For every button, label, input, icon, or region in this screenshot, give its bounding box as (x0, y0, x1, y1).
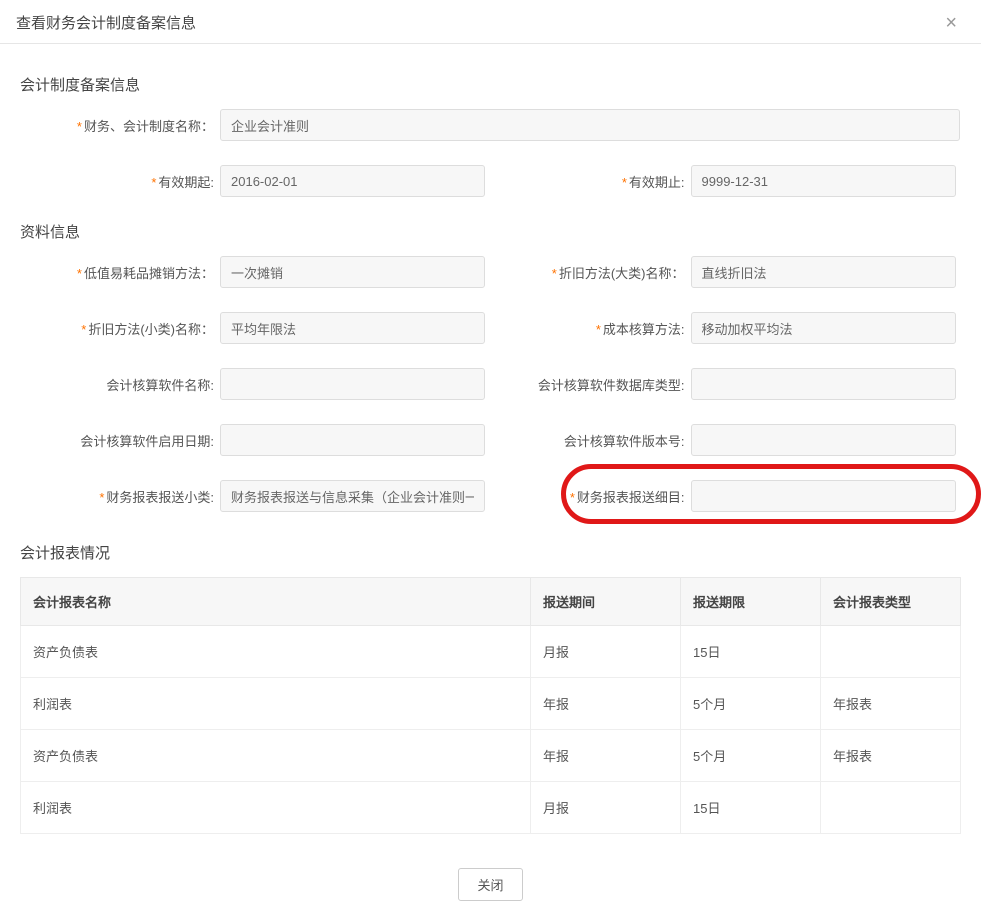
row-amort-dep-major: *低值易耗品摊销方法： *折旧方法(大类)名称： (20, 256, 961, 288)
input-valid-to[interactable] (691, 165, 956, 197)
input-acct-db-type[interactable] (691, 368, 956, 400)
modal-view-filing-info: 查看财务会计制度备案信息 × 会计制度备案信息 *财务、会计制度名称： *有效期… (0, 0, 981, 921)
row-valid-period: *有效期起: *有效期止: (20, 165, 961, 197)
input-valid-from[interactable] (220, 165, 485, 197)
required-marker: * (151, 175, 156, 190)
label-acct-version: 会计核算软件版本号: (491, 431, 691, 450)
input-dep-major-name[interactable] (691, 256, 956, 288)
row-accounting-system-name: *财务、会计制度名称： (20, 109, 961, 141)
table-header-row: 会计报表名称 报送期间 报送期限 会计报表类型 (21, 578, 961, 626)
reports534-table-wrap: 会计报表名称 报送期间 报送期限 会计报表类型 资产负债表 月报 15日 利润表 (20, 577, 961, 834)
cell-report-deadline: 5个月 (681, 678, 821, 730)
cell-report-period: 月报 (531, 626, 681, 678)
cell-report-name: 利润表 (21, 782, 531, 834)
table-row: 资产负债表 年报 5个月 年报表 (21, 730, 961, 782)
col-report-name: 会计报表名称 (21, 578, 531, 626)
section-title-filing: 会计制度备案信息 (20, 74, 961, 95)
modal-title: 查看财务会计制度备案信息 (16, 12, 196, 33)
label-acct-enable-date: 会计核算软件启用日期: (20, 431, 220, 450)
cell-report-type (821, 626, 961, 678)
modal-body: 会计制度备案信息 *财务、会计制度名称： *有效期起: *有效期止: (0, 44, 981, 844)
section-title-reports: 会计报表情况 (20, 542, 961, 563)
label-report-subclass: *财务报表报送小类: (20, 487, 220, 506)
input-acct-enable-date[interactable] (220, 424, 485, 456)
label-acct-software: 会计核算软件名称: (20, 375, 220, 394)
row-enable-version: 会计核算软件启用日期: 会计核算软件版本号: (20, 424, 961, 456)
label-accounting-system-name: *财务、会计制度名称： (20, 116, 220, 135)
close-button[interactable]: 关闭 (458, 868, 522, 901)
input-acct-version[interactable] (691, 424, 956, 456)
row-software-db: 会计核算软件名称: 会计核算软件数据库类型: (20, 368, 961, 400)
col-report-period: 报送期间 (531, 578, 681, 626)
modal-header: 查看财务会计制度备案信息 × (0, 0, 981, 44)
required-marker: * (622, 175, 627, 190)
required-marker: * (77, 266, 82, 281)
required-marker: * (81, 322, 86, 337)
modal-footer: 关闭 (0, 844, 981, 921)
row-report-subclass-detail: *财务报表报送小类: *财务报表报送细目: (20, 480, 961, 512)
close-icon[interactable]: × (941, 13, 961, 33)
cell-report-name: 利润表 (21, 678, 531, 730)
label-cost-method: *成本核算方法: (491, 319, 691, 338)
label-valid-from: *有效期起: (20, 172, 220, 191)
input-report-subclass[interactable] (220, 480, 485, 512)
table-row: 资产负债表 月报 15日 (21, 626, 961, 678)
input-cost-method[interactable] (691, 312, 956, 344)
cell-report-deadline: 5个月 (681, 730, 821, 782)
cell-report-type (821, 782, 961, 834)
cell-report-type: 年报表 (821, 678, 961, 730)
input-report-detail[interactable] (691, 480, 956, 512)
input-low-value-amort[interactable] (220, 256, 485, 288)
table-row: 利润表 月报 15日 (21, 782, 961, 834)
required-marker: * (77, 119, 82, 134)
label-dep-minor-name: *折旧方法(小类)名称： (20, 319, 220, 338)
input-accounting-system-name[interactable] (220, 109, 960, 141)
label-acct-db-type: 会计核算软件数据库类型: (491, 375, 691, 394)
cell-report-deadline: 15日 (681, 782, 821, 834)
cell-report-name: 资产负债表 (21, 730, 531, 782)
cell-report-period: 月报 (531, 782, 681, 834)
row-dep-minor-cost: *折旧方法(小类)名称： *成本核算方法: (20, 312, 961, 344)
: 年报 (531, 678, 681, 730)
label-valid-to: *有效期止: (491, 172, 691, 191)
required-marker: * (570, 490, 575, 505)
cell-report-type: 年报表 (821, 730, 961, 782)
required-marker: * (596, 322, 601, 337)
required-marker: * (552, 266, 557, 281)
cell-report-period: 年报 (531, 730, 681, 782)
required-marker: * (99, 490, 104, 505)
cell-report-name: 资产负债表 (21, 626, 531, 678)
section-title-material: 资料信息 (20, 221, 961, 242)
label-low-value-amort: *低值易耗品摊销方法： (20, 263, 220, 282)
label-report-detail: *财务报表报送细目: (491, 487, 691, 506)
col-report-type: 会计报表类型 (821, 578, 961, 626)
col-report-deadline: 报送期限 (681, 578, 821, 626)
label-dep-major-name: *折旧方法(大类)名称： (491, 263, 691, 282)
reports-table: 会计报表名称 报送期间 报送期限 会计报表类型 资产负债表 月报 15日 利润表 (20, 577, 961, 834)
input-acct-software[interactable] (220, 368, 485, 400)
input-dep-minor-name[interactable] (220, 312, 485, 344)
table-row: 利润表 年报 5个月 年报表 (21, 678, 961, 730)
cell-report-deadline: 15日 (681, 626, 821, 678)
